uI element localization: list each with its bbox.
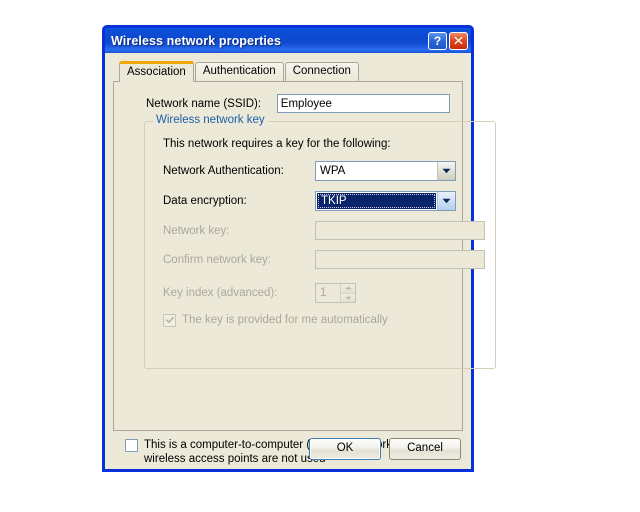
dialog-button-bar: OK Cancel: [309, 438, 461, 460]
tab-strip: Association Authentication Connection: [113, 60, 463, 82]
ssid-input[interactable]: [276, 94, 450, 113]
association-panel: Network name (SSID): Wireless network ke…: [113, 81, 496, 431]
key-index-stepper: 1: [315, 283, 356, 303]
wireless-network-key-legend: Wireless network key: [153, 114, 268, 126]
wireless-network-properties-dialog: Wireless network properties ? Associatio…: [102, 25, 496, 472]
network-authentication-row: Network Authentication: WPA: [163, 161, 485, 181]
window-title: Wireless network properties: [111, 33, 282, 48]
tab-connection[interactable]: Connection: [284, 62, 359, 81]
key-requirement-text: This network requires a key for the foll…: [163, 138, 391, 150]
network-authentication-select[interactable]: WPA: [315, 161, 456, 181]
ad-hoc-checkbox[interactable]: [125, 439, 138, 452]
network-key-label: Network key:: [163, 224, 230, 237]
data-encryption-label: Data encryption:: [163, 195, 247, 207]
tab-authentication-label: Authentication: [202, 65, 276, 77]
auto-key-checkbox: [163, 314, 176, 327]
confirm-network-key-label: Confirm network key:: [163, 253, 272, 266]
key-index-row: Key index (advanced): 1: [163, 283, 485, 303]
chevron-down-icon[interactable]: [437, 162, 455, 180]
auto-key-row: The key is provided for me automatically: [163, 313, 485, 327]
chevron-up-icon: [340, 284, 355, 294]
chevron-down-icon[interactable]: [437, 192, 455, 210]
confirm-network-key-input: [315, 250, 485, 269]
network-key-input: [315, 221, 485, 240]
confirm-network-key-row: Confirm network key:: [163, 250, 485, 269]
key-index-label: Key index (advanced):: [163, 287, 278, 299]
key-index-value: 1: [320, 287, 327, 299]
title-bar[interactable]: Wireless network properties ?: [105, 28, 471, 53]
ssid-row: Network name (SSID):: [146, 94, 450, 113]
network-authentication-value: WPA: [320, 165, 346, 177]
tab-association[interactable]: Association: [119, 61, 194, 82]
ok-button[interactable]: OK: [309, 438, 381, 460]
ok-button-label: OK: [336, 442, 354, 455]
tab-association-label: Association: [127, 66, 186, 78]
help-icon[interactable]: ?: [428, 31, 447, 50]
tab-connection-label: Connection: [292, 65, 351, 77]
data-encryption-value: TKIP: [317, 193, 436, 209]
network-authentication-label: Network Authentication:: [163, 165, 284, 177]
tab-authentication[interactable]: Authentication: [194, 62, 284, 81]
close-icon[interactable]: [449, 31, 468, 50]
data-encryption-row: Data encryption: TKIP: [163, 191, 485, 211]
key-index-stepper-buttons: [340, 284, 355, 302]
data-encryption-select[interactable]: TKIP: [315, 191, 456, 211]
title-bar-buttons: ?: [428, 31, 468, 50]
cancel-button[interactable]: Cancel: [389, 438, 461, 460]
ssid-label: Network name (SSID):: [146, 97, 262, 110]
chevron-down-icon: [340, 293, 355, 302]
dialog-body: Association Authentication Connection Ne…: [105, 53, 496, 469]
network-key-row: Network key:: [163, 221, 485, 240]
auto-key-label: The key is provided for me automatically: [182, 314, 388, 326]
wireless-network-key-group: Wireless network key This network requir…: [144, 114, 496, 369]
cancel-button-label: Cancel: [407, 442, 443, 455]
